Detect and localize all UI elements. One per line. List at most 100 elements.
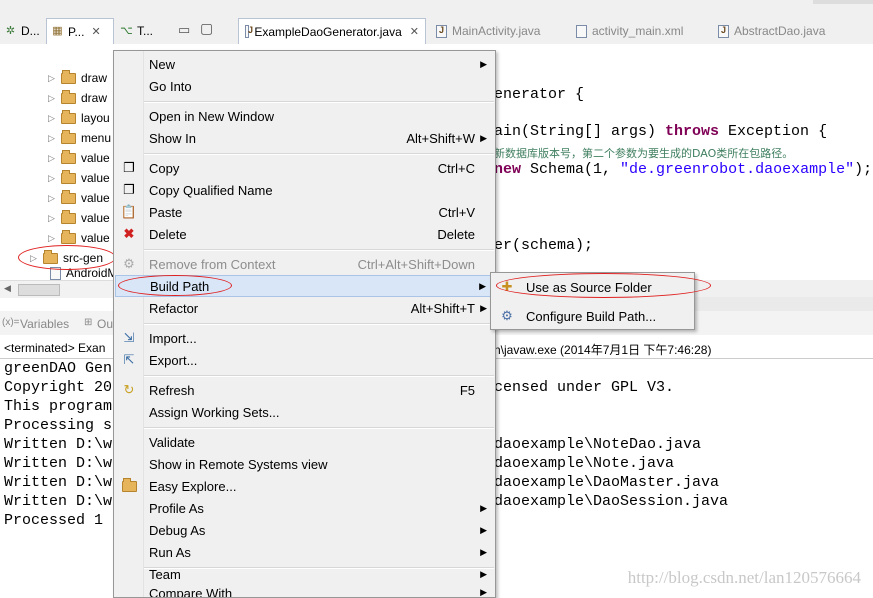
paste-icon: 📋 [120, 204, 138, 219]
tree-item[interactable]: ▷ menu [48, 128, 111, 148]
outline-icon: ⊞ [84, 317, 93, 328]
tree-item[interactable]: ▷ value [48, 168, 110, 188]
menu-separator [144, 375, 494, 377]
tree-item[interactable]: ▷ layou [48, 108, 110, 128]
editor-tab-abstractdao[interactable]: AbstractDao.java [712, 18, 832, 44]
menu-separator [144, 323, 494, 325]
menu-item-debug-as[interactable]: Debug As ▶ [115, 519, 495, 541]
tree-item[interactable]: ▷ draw [48, 68, 107, 88]
close-icon[interactable]: ✕ [91, 25, 100, 38]
tree-item[interactable]: ▷ value [48, 208, 110, 228]
code-editor[interactable]: enerator { ain(String[] args) throws Exc… [484, 44, 873, 280]
menu-item-assign-working-sets[interactable]: Assign Working Sets... [115, 401, 495, 423]
terminated-label: <terminated> Exan [4, 341, 106, 355]
tree-item-label: menu [81, 131, 112, 145]
menu-item-show-in[interactable]: Show In Alt+Shift+W ▶ [115, 127, 495, 149]
folder-icon [61, 109, 76, 124]
menu-separator [144, 153, 494, 155]
menu-item-remove-from-context[interactable]: ⚙ Remove from Context Ctrl+Alt+Shift+Down [115, 253, 495, 275]
tab-outline[interactable]: Ou [97, 317, 113, 331]
expand-icon[interactable]: ▷ [48, 133, 56, 144]
copy-qualified-icon: ❐ [123, 182, 135, 197]
menu-item-configure-build-path[interactable]: ⚙ Configure Build Path... [493, 304, 692, 328]
submenu-arrow-icon: ▶ [480, 302, 487, 313]
menu-item-delete[interactable]: ✖ Delete Delete [115, 223, 495, 245]
console-line: Written D:\w [4, 436, 113, 453]
submenu-arrow-icon: ▶ [480, 58, 487, 69]
folder-icon [61, 89, 76, 104]
console-line: Written D:\w [4, 474, 113, 491]
expand-icon[interactable]: ▷ [48, 173, 56, 184]
menu-item-copy[interactable]: ❐ Copy Ctrl+C [115, 157, 495, 179]
expand-icon[interactable]: ▷ [48, 193, 56, 204]
submenu-arrow-icon: ▶ [480, 546, 487, 557]
console-line: Processing s [4, 417, 113, 434]
folder-icon [61, 229, 76, 244]
submenu-arrow-icon: ▶ [480, 568, 487, 579]
editor-tab-mainactivity[interactable]: MainActivity.java [430, 18, 550, 44]
menu-item-validate[interactable]: Validate [115, 431, 495, 453]
code-line: ain(String[] args) throws Exception { [494, 123, 828, 140]
folder-icon [61, 69, 76, 84]
menu-item-easy-explore[interactable]: Easy Explore... [115, 475, 495, 497]
java-file-icon [718, 24, 729, 38]
menu-item-copy-qualified-name[interactable]: ❐ Copy Qualified Name [115, 179, 495, 201]
tree-item[interactable]: ▷ draw [48, 88, 107, 108]
menu-item-run-as[interactable]: Run As ▶ [115, 541, 495, 563]
tree-item-label: value [81, 151, 110, 165]
folder-icon [61, 149, 76, 164]
tab-variables[interactable]: Variables [20, 317, 69, 331]
copy-icon: ❐ [123, 160, 135, 175]
menu-item-paste[interactable]: 📋 Paste Ctrl+V [115, 201, 495, 223]
variables-icon: (x)= [2, 317, 20, 328]
editor-tab-exampledaogenerator[interactable]: ExampleDaoGenerator.java ✕ [238, 18, 426, 44]
menu-item-refresh[interactable]: ↻ Refresh F5 [115, 379, 495, 401]
debug-icon: ✲ [5, 24, 16, 37]
maximize-icon[interactable]: ▢ [200, 20, 213, 37]
close-icon[interactable]: ✕ [410, 25, 419, 38]
quick-access[interactable] [813, 0, 873, 4]
easy-explore-icon [121, 477, 137, 494]
tree-scrollbar[interactable]: ◀ [0, 280, 113, 298]
tree-item[interactable]: ▷ value [48, 148, 110, 168]
menu-item-open-new-window[interactable]: Open in New Window [115, 105, 495, 127]
console-line: greenDAO Gen [4, 360, 113, 377]
minimize-icon[interactable]: ▭ [178, 22, 190, 38]
tab-debug[interactable]: ✲ D... [0, 18, 44, 44]
tab-package-explorer[interactable]: ▦ P... ✕ [46, 18, 114, 44]
tab-type-hierarchy[interactable]: ⌥ T... [116, 18, 166, 44]
expand-icon[interactable]: ▷ [48, 213, 56, 224]
menu-item-refactor[interactable]: Refactor Alt+Shift+T ▶ [115, 297, 495, 319]
expand-icon[interactable]: ▷ [48, 233, 56, 244]
scroll-thumb[interactable] [18, 284, 60, 296]
tree-item-label: draw [81, 71, 108, 85]
tree-item[interactable]: ▷ value [48, 188, 110, 208]
menu-item-go-into[interactable]: Go Into [115, 75, 495, 97]
menu-item-export[interactable]: ⇱ Export... [115, 349, 495, 371]
menu-item-profile-as[interactable]: Profile As ▶ [115, 497, 495, 519]
expand-icon[interactable]: ▷ [48, 113, 56, 124]
java-file-icon [436, 24, 447, 38]
menu-separator [144, 427, 494, 429]
expand-icon[interactable]: ▷ [48, 93, 56, 104]
code-line: er(schema); [494, 237, 594, 254]
folder-icon [61, 189, 76, 204]
refresh-icon: ↻ [123, 382, 135, 397]
console-line: Written D:\w [4, 455, 113, 472]
expand-icon[interactable]: ▷ [48, 73, 56, 84]
folder-icon [61, 209, 76, 224]
menu-item-compare-with[interactable]: Compare With ▶ [115, 585, 495, 597]
tree-item-label: value [81, 171, 110, 185]
tab-type-hierarchy-label: T... [137, 24, 154, 38]
menu-item-team[interactable]: Team ▶ [115, 563, 495, 585]
scroll-left-icon[interactable]: ◀ [4, 283, 11, 294]
menu-item-show-remote-systems[interactable]: Show in Remote Systems view [115, 453, 495, 475]
expand-icon[interactable]: ▷ [48, 153, 56, 164]
code-line: enerator { [494, 86, 585, 103]
highlight-ellipse [118, 275, 232, 296]
console-line: daoexample\DaoSession.java [494, 493, 729, 510]
menu-item-import[interactable]: ⇲ Import... [115, 327, 495, 349]
menu-item-new[interactable]: New ▶ [115, 53, 495, 75]
editor-tab-activity-main[interactable]: activity_main.xml [570, 18, 695, 44]
editor-tab-label: MainActivity.java [452, 24, 541, 38]
